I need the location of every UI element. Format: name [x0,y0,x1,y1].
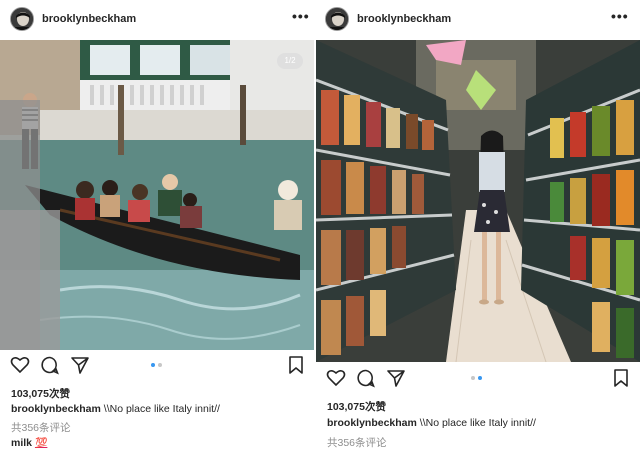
carousel-dot-2 [158,363,162,367]
caption-text: \\No place like Italy innit// [416,417,536,429]
comment-preview: milk 💯 [11,437,47,449]
action-bar [316,368,640,392]
carousel-counter: 1/2 [277,53,303,69]
share-icon[interactable] [70,355,90,375]
carousel-dots [471,376,482,380]
caption-username[interactable]: brooklynbeckham [11,403,101,415]
comment-icon[interactable] [40,355,60,375]
caption-text: \\No place like Italy innit// [100,403,220,415]
instagram-post-gondola: brooklynbeckham ••• 1/2 103,075次赞 brookl… [0,0,316,455]
post-photo-gondola[interactable]: 1/2 [0,40,314,350]
post-username[interactable]: brooklynbeckham [42,13,136,25]
comment-username[interactable]: milk [11,437,32,449]
carousel-dot-1 [151,363,155,367]
post-caption: brooklynbeckham \\No place like Italy in… [327,417,536,429]
carousel-dots [151,363,162,367]
comment-icon[interactable] [356,368,376,388]
view-comments-link[interactable]: 共356条评论 [11,420,71,435]
carousel-dot-1 [471,376,475,380]
instagram-post-supermarket: brooklynbeckham ••• 103,075次赞 brooklynbe… [316,0,640,455]
heart-icon[interactable] [10,355,30,375]
hundred-points-emoji: 💯 [34,438,48,449]
heart-icon[interactable] [326,368,346,388]
avatar[interactable] [10,7,34,31]
action-bar [0,355,316,379]
likes-count[interactable]: 103,075次赞 [11,386,70,401]
bookmark-icon[interactable] [611,368,631,388]
view-comments-link[interactable]: 共356条评论 [327,435,387,450]
post-caption: brooklynbeckham \\No place like Italy in… [11,403,220,415]
share-icon[interactable] [386,368,406,388]
likes-count[interactable]: 103,075次赞 [327,399,386,414]
more-options-icon[interactable]: ••• [611,9,629,23]
post-header: brooklynbeckham ••• [0,0,316,38]
more-options-icon[interactable]: ••• [292,9,310,23]
bookmark-icon[interactable] [286,355,306,375]
post-username[interactable]: brooklynbeckham [357,13,451,25]
avatar[interactable] [325,7,349,31]
caption-username[interactable]: brooklynbeckham [327,417,417,429]
post-header: brooklynbeckham ••• [316,0,640,38]
carousel-dot-2 [478,376,482,380]
post-photo-supermarket[interactable] [316,40,640,362]
